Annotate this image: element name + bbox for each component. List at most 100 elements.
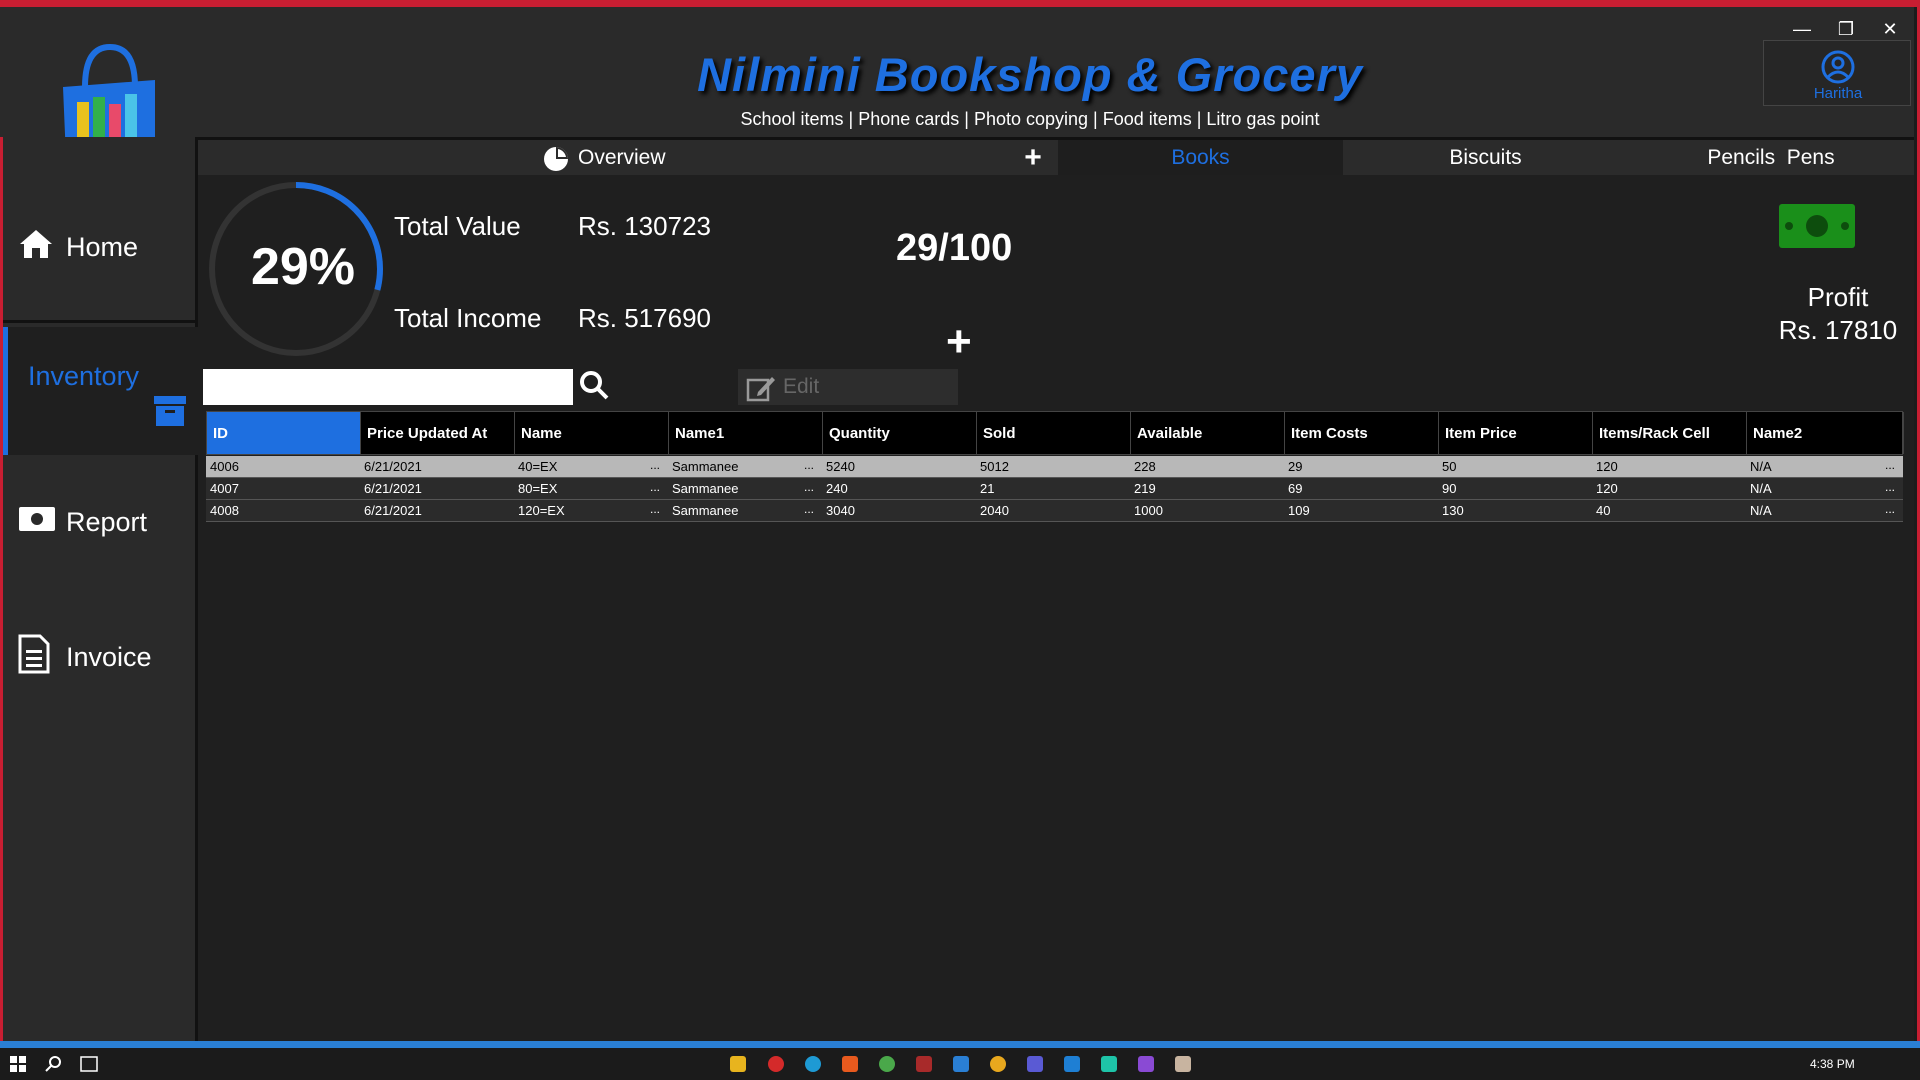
- tab-biscuits[interactable]: Biscuits: [1343, 140, 1628, 175]
- app-subtitle: School items | Phone cards | Photo copyi…: [740, 109, 1320, 129]
- table-cell: 69: [1288, 481, 1303, 496]
- table-cell: 120: [1596, 459, 1618, 474]
- search-input[interactable]: [203, 369, 573, 405]
- tab-overview[interactable]: Overview: [198, 140, 898, 175]
- table-cell: Sammanee: [672, 481, 739, 496]
- total-value: Rs. 130723: [578, 211, 711, 241]
- sidebar-item-label: Invoice: [66, 641, 152, 672]
- table-cell: 109: [1288, 503, 1310, 518]
- chrome-icon[interactable]: [879, 1056, 895, 1072]
- edge-icon[interactable]: [805, 1056, 821, 1072]
- edit-button[interactable]: Edit: [738, 369, 958, 405]
- clock: 4:38 PM: [1810, 1057, 1855, 1071]
- table-cell: 1000: [1134, 503, 1163, 518]
- table-cell: N/A: [1750, 459, 1772, 474]
- add-tab-button[interactable]: +: [1013, 140, 1053, 175]
- office-icon[interactable]: [842, 1056, 858, 1072]
- archive-icon: [153, 395, 187, 434]
- tab-books[interactable]: Books: [1058, 140, 1343, 175]
- teams-icon[interactable]: [1027, 1056, 1043, 1072]
- cash-icon: [1778, 203, 1856, 254]
- tab-pencils-pens[interactable]: Pencils Pens: [1628, 140, 1914, 175]
- sidebar-item-report[interactable]: Report: [3, 467, 198, 577]
- user-profile-button[interactable]: Haritha: [1763, 40, 1911, 106]
- home-icon: [18, 228, 54, 267]
- table-cell: 21: [980, 481, 995, 496]
- visual-studio-icon[interactable]: [1138, 1056, 1154, 1072]
- task-view-icon[interactable]: [80, 1056, 98, 1077]
- app-icon[interactable]: [916, 1056, 932, 1072]
- table-row[interactable]: 4006 6/21/2021 40=EX... Sammanee... 5240 5012…: [206, 456, 1903, 478]
- file-explorer-icon[interactable]: [730, 1056, 746, 1072]
- minimize-button[interactable]: —: [1787, 19, 1817, 40]
- table-cell: N/A: [1750, 503, 1772, 518]
- table-cell: 3040: [826, 503, 855, 518]
- sidebar-item-label: Inventory: [28, 361, 140, 391]
- table-cell: 2040: [980, 503, 1009, 518]
- table-cell: Sammanee: [672, 503, 739, 518]
- ellipsis: ...: [804, 480, 815, 494]
- column-header[interactable]: Items/Rack Cell: [1593, 412, 1747, 454]
- header: Nilmini Bookshop & Grocery School items …: [0, 7, 1914, 182]
- main-content: Overview + Books Biscuits Pencils Pens 2…: [198, 137, 1914, 1041]
- mail-icon[interactable]: [953, 1056, 969, 1072]
- table-cell: N/A: [1750, 481, 1772, 496]
- column-header[interactable]: Item Costs: [1285, 412, 1439, 454]
- table-cell: 50: [1442, 459, 1457, 474]
- user-circle-icon: [1820, 49, 1856, 90]
- sidebar-item-label: Report: [66, 506, 148, 537]
- tab-label: Overview: [578, 146, 666, 169]
- progress-percent: 29%: [250, 238, 356, 296]
- table-cell: 120=EX: [518, 503, 565, 518]
- column-header[interactable]: Available: [1131, 412, 1285, 454]
- column-header[interactable]: ID: [207, 412, 361, 454]
- table-cell: 80=EX: [518, 481, 558, 496]
- column-header[interactable]: Name1: [669, 412, 823, 454]
- table-header: ID Price Updated At Name Name1 Quantity Sold A…: [206, 411, 1904, 455]
- table-cell: 6/21/2021: [364, 459, 422, 474]
- active-app-icon[interactable]: [1175, 1056, 1191, 1072]
- table-cell: 6/21/2021: [364, 481, 422, 496]
- app-icon[interactable]: [990, 1056, 1006, 1072]
- search-button[interactable]: [578, 369, 614, 405]
- vscode-icon[interactable]: [1064, 1056, 1080, 1072]
- sidebar-item-invoice[interactable]: Invoice: [3, 602, 198, 712]
- sidebar-item-home[interactable]: Home: [3, 192, 198, 302]
- restore-button[interactable]: ❐: [1831, 19, 1861, 40]
- column-header[interactable]: Name2: [1747, 412, 1904, 454]
- table-cell: 5012: [980, 459, 1009, 474]
- table-row[interactable]: 4008 6/21/2021 120=EX... Sammanee... 3040 204…: [206, 500, 1903, 522]
- user-name: Haritha: [1813, 85, 1863, 102]
- total-income: Rs. 517690: [578, 303, 711, 333]
- pie-chart-icon: [543, 146, 569, 183]
- search-icon[interactable]: [45, 1055, 63, 1078]
- add-item-button[interactable]: +: [946, 317, 972, 367]
- taskbar: 4:38 PM: [0, 1048, 1920, 1080]
- ellipsis: ...: [1885, 480, 1896, 494]
- table-cell: 40=EX: [518, 459, 558, 474]
- table-cell: 4007: [210, 481, 239, 496]
- ellipsis: ...: [650, 480, 661, 494]
- ellipsis: ...: [804, 502, 815, 516]
- column-header[interactable]: Name: [515, 412, 669, 454]
- table-cell: 240: [826, 481, 848, 496]
- column-header[interactable]: Item Price: [1439, 412, 1593, 454]
- table-cell: 130: [1442, 503, 1464, 518]
- column-header[interactable]: Sold: [977, 412, 1131, 454]
- total-income-label: Total Income: [394, 303, 542, 333]
- ellipsis: ...: [804, 458, 815, 472]
- table-cell: 6/21/2021: [364, 503, 422, 518]
- divider: [3, 320, 198, 323]
- windows-start-icon[interactable]: [10, 1056, 26, 1077]
- sidebar-item-inventory[interactable]: Inventory: [3, 327, 198, 455]
- search-icon: [578, 371, 610, 405]
- column-header[interactable]: Quantity: [823, 412, 977, 454]
- sidebar: Home Inventory Report Invoice: [3, 137, 198, 1041]
- table-cell: 4006: [210, 459, 239, 474]
- table-row[interactable]: 4007 6/21/2021 80=EX... Sammanee... 240 21 219…: [206, 478, 1903, 500]
- table-cell: 228: [1134, 459, 1156, 474]
- close-button[interactable]: ✕: [1875, 19, 1905, 40]
- opera-icon[interactable]: [768, 1056, 784, 1072]
- app-icon[interactable]: [1101, 1056, 1117, 1072]
- column-header[interactable]: Price Updated At: [361, 412, 515, 454]
